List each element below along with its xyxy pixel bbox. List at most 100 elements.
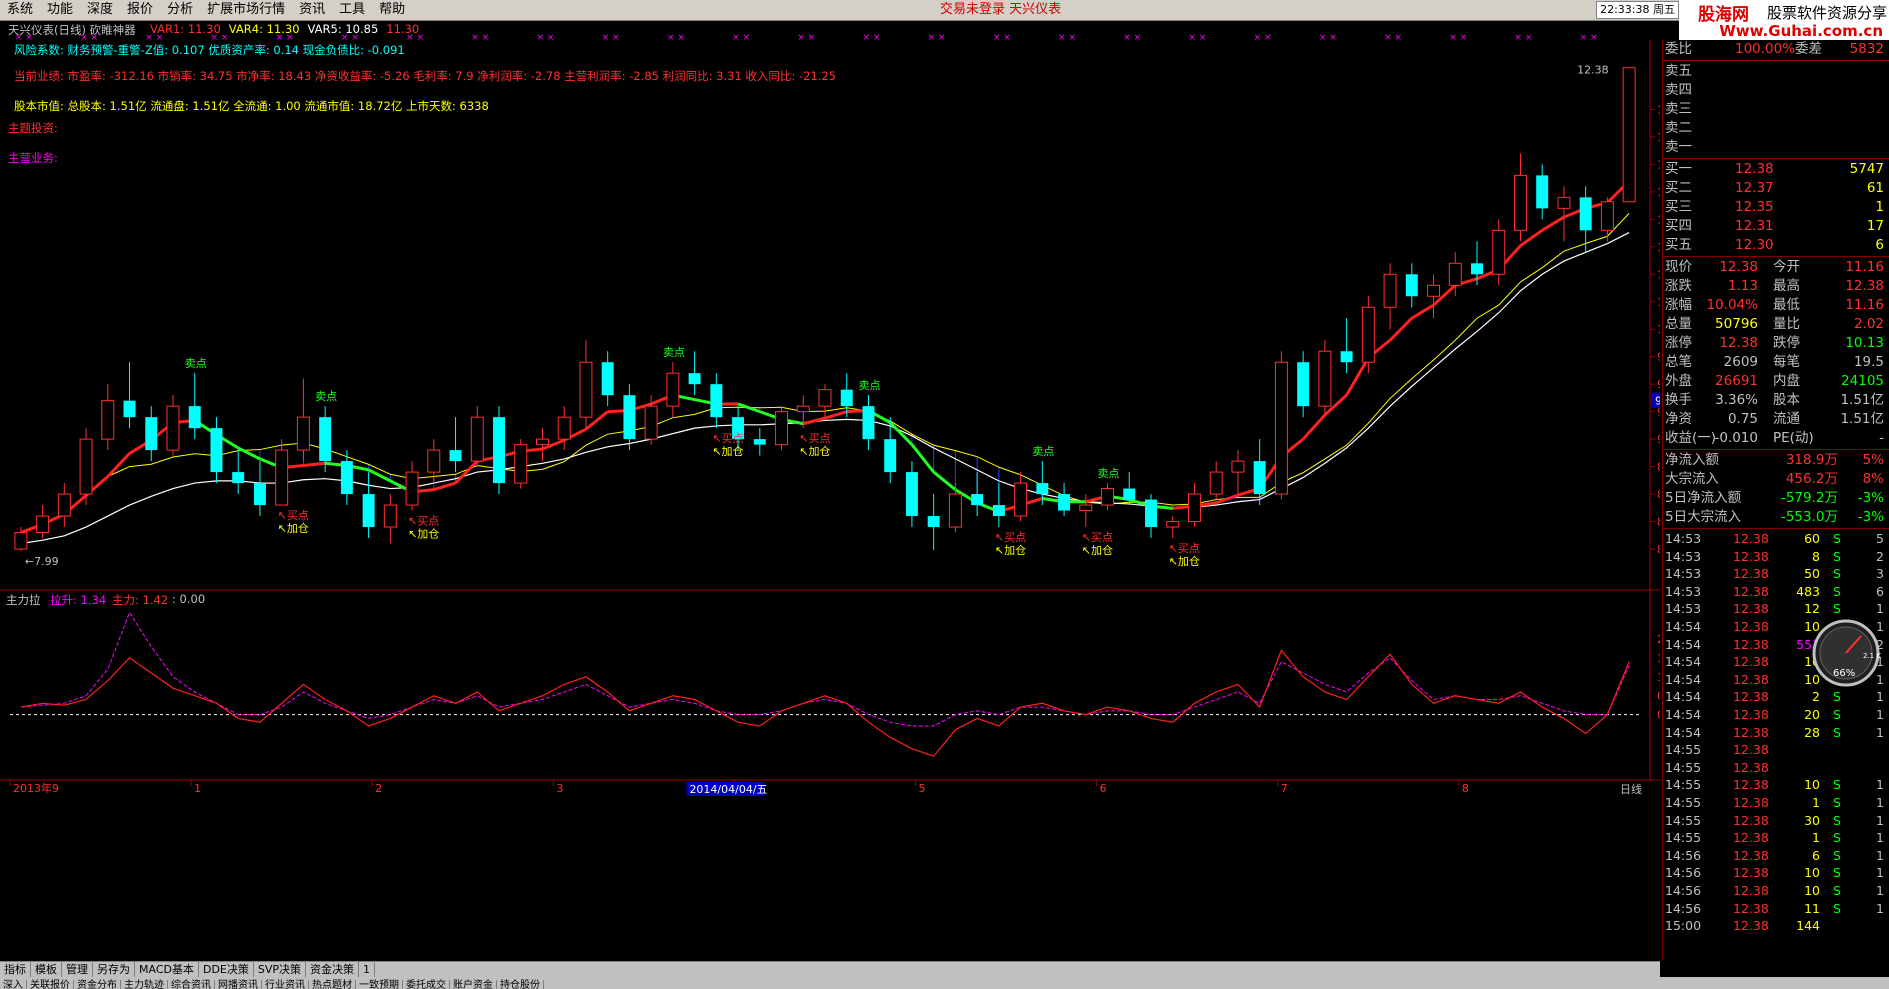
weibi-row: 委比 100.00% 委差 5832 bbox=[1665, 40, 1888, 59]
info-tab-4[interactable]: 综合资讯 bbox=[168, 980, 215, 989]
tick-time: 14:56 bbox=[1665, 847, 1702, 863]
high-label: 12.38 bbox=[1577, 64, 1609, 77]
sell-row-1: 卖四 bbox=[1665, 81, 1888, 100]
quote-l1-7: 换手 bbox=[1665, 392, 1692, 408]
menu-item-7[interactable]: 工具 bbox=[332, 0, 372, 20]
tab-0[interactable]: 指标 bbox=[0, 962, 31, 978]
weicha-value: 5832 bbox=[1849, 41, 1884, 57]
menu-item-1[interactable]: 功能 bbox=[40, 0, 80, 20]
tick-time: 14:56 bbox=[1665, 883, 1702, 898]
quote-row-3: 总量 50796 量比 2.02 bbox=[1665, 315, 1888, 334]
signal-add-45: ↖加仓 bbox=[995, 543, 1026, 557]
var-label-0: VAR1: 11.30 bbox=[150, 22, 221, 36]
ma5-seg-42 bbox=[910, 443, 935, 474]
osc-label-2: 1.00 bbox=[1657, 671, 1660, 684]
flow-pct-3: -3% bbox=[1857, 509, 1884, 525]
sell-label-4: 卖一 bbox=[1665, 139, 1692, 155]
candle-59 bbox=[1297, 351, 1310, 418]
quote-l1-0: 现价 bbox=[1665, 259, 1692, 275]
price-label-4: 11.00 bbox=[1657, 213, 1660, 226]
tick-price: 12.38 bbox=[1733, 830, 1769, 846]
tick-side: S bbox=[1833, 548, 1841, 564]
tick-time: 14:55 bbox=[1665, 812, 1702, 828]
quote-row-6: 外盘 26691 内盘 24105 bbox=[1665, 372, 1888, 391]
tick-count: 1 bbox=[1876, 812, 1884, 828]
info-tab-11[interactable]: 持仓股份 bbox=[497, 980, 544, 989]
tick-count: 1 bbox=[1876, 847, 1884, 863]
info-tab-3[interactable]: 主力轨迹 bbox=[121, 980, 168, 989]
tick-price: 12.38 bbox=[1733, 601, 1769, 617]
info-tab-6[interactable]: 行业资讯 bbox=[262, 980, 309, 989]
var-label-3: 11.30 bbox=[386, 22, 420, 36]
mark-66: × × bbox=[1449, 33, 1467, 43]
quote-l2-4: 跌停 bbox=[1773, 335, 1800, 351]
tick-count: 6 bbox=[1876, 583, 1884, 599]
tick-row-3: 14:53 12.38 483 S 6 bbox=[1665, 583, 1888, 601]
info-tab-7[interactable]: 热点题材 bbox=[309, 980, 356, 989]
tick-time: 14:56 bbox=[1665, 865, 1702, 881]
menu-item-3[interactable]: 报价 bbox=[120, 0, 160, 20]
tab-5[interactable]: DDE决策 bbox=[199, 962, 254, 978]
menu-item-4[interactable]: 分析 bbox=[160, 0, 200, 20]
info-tab-5[interactable]: 网播资讯 bbox=[215, 980, 262, 989]
tab-1[interactable]: 模板 bbox=[31, 962, 62, 978]
kline-chart[interactable]: 12.0011.7511.5011.2511.0010.7510.5010.25… bbox=[0, 20, 1660, 960]
var-labels: VAR1: 11.30 VAR4: 11.30 VAR5: 10.85 11.30 bbox=[150, 22, 427, 36]
tick-vol: 20 bbox=[1804, 707, 1820, 722]
info-tab-1[interactable]: 关联报价 bbox=[27, 980, 74, 989]
tab-8[interactable]: 1 bbox=[359, 962, 376, 978]
sell-label-0: 卖五 bbox=[1665, 63, 1692, 79]
info-tab-2[interactable]: 资金分布 bbox=[74, 980, 121, 989]
menu-item-5[interactable]: 扩展市场行情 bbox=[200, 0, 292, 20]
tick-row-4: 14:53 12.38 12 S 1 bbox=[1665, 600, 1888, 618]
date-label-6: 6 bbox=[1100, 782, 1107, 795]
menu-item-2[interactable]: 深度 bbox=[80, 0, 120, 20]
price-label-6: 10.50 bbox=[1657, 268, 1660, 281]
tick-price: 12.38 bbox=[1733, 865, 1769, 881]
chart-area[interactable]: 12.0011.7511.5011.2511.0010.7510.5010.25… bbox=[0, 20, 1660, 960]
menu-item-8[interactable]: 帮助 bbox=[372, 0, 412, 20]
candle-73 bbox=[1600, 197, 1614, 242]
menu-item-6[interactable]: 资讯 bbox=[292, 0, 332, 20]
date-label-3: 3 bbox=[556, 782, 563, 795]
signal-buy-53: ↖买点 bbox=[1169, 542, 1200, 555]
quote-v1-8: 0.75 bbox=[1727, 411, 1758, 427]
price-label-5: 10.75 bbox=[1657, 241, 1660, 254]
flow-row-2: 5日净流入额 -579.2万 -3% bbox=[1665, 489, 1888, 508]
ma5-seg-60 bbox=[1302, 413, 1326, 441]
tab-6[interactable]: SVP决策 bbox=[254, 962, 307, 978]
quote-v1-5: 2609 bbox=[1723, 354, 1758, 370]
quote-l2-8: 流通 bbox=[1773, 411, 1800, 427]
tab-7[interactable]: 资金决策 bbox=[306, 962, 360, 978]
candle-27 bbox=[601, 351, 614, 407]
tab-2[interactable]: 管理 bbox=[62, 962, 93, 978]
info-tab-9[interactable]: 委托成交 bbox=[403, 980, 450, 989]
tick-count: 3 bbox=[1876, 566, 1884, 582]
flow-pct-2: -3% bbox=[1857, 490, 1884, 506]
info-tab-8[interactable]: 一致预期 bbox=[356, 980, 403, 989]
tick-side: S bbox=[1833, 601, 1841, 617]
candle-58 bbox=[1274, 351, 1288, 500]
signal-sell-50: 卖点 bbox=[1098, 467, 1120, 480]
info-tab-0[interactable]: 深入 bbox=[0, 980, 27, 989]
sell-label-2: 卖三 bbox=[1665, 101, 1692, 117]
tab-3[interactable]: 另存为 bbox=[93, 962, 135, 978]
tick-time: 14:53 bbox=[1665, 531, 1702, 546]
price-label-7: 10.25 bbox=[1657, 296, 1660, 309]
tick-row-22: 15:00 12.38 144 bbox=[1665, 917, 1888, 935]
tick-price: 12.38 bbox=[1733, 724, 1769, 740]
tab-4[interactable]: MACD基本 bbox=[135, 962, 199, 978]
candle-24 bbox=[535, 428, 549, 462]
candle-28 bbox=[623, 384, 636, 451]
info-tab-10[interactable]: 账户资金 bbox=[450, 980, 497, 989]
tick-time: 14:54 bbox=[1665, 707, 1702, 722]
mark-39: × × bbox=[862, 33, 880, 43]
menu-item-0[interactable]: 系统 bbox=[0, 0, 40, 20]
quote-v1-0: 12.38 bbox=[1719, 259, 1758, 275]
flow-label-2: 5日净流入额 bbox=[1665, 490, 1742, 506]
signal-add-18: ↖加仓 bbox=[408, 527, 439, 541]
tick-row-18: 14:56 12.38 6 S 1 bbox=[1665, 847, 1888, 865]
tick-row-2: 14:53 12.38 50 S 3 bbox=[1665, 565, 1888, 583]
tick-vol: 50 bbox=[1804, 566, 1820, 582]
candle-31 bbox=[688, 351, 701, 396]
